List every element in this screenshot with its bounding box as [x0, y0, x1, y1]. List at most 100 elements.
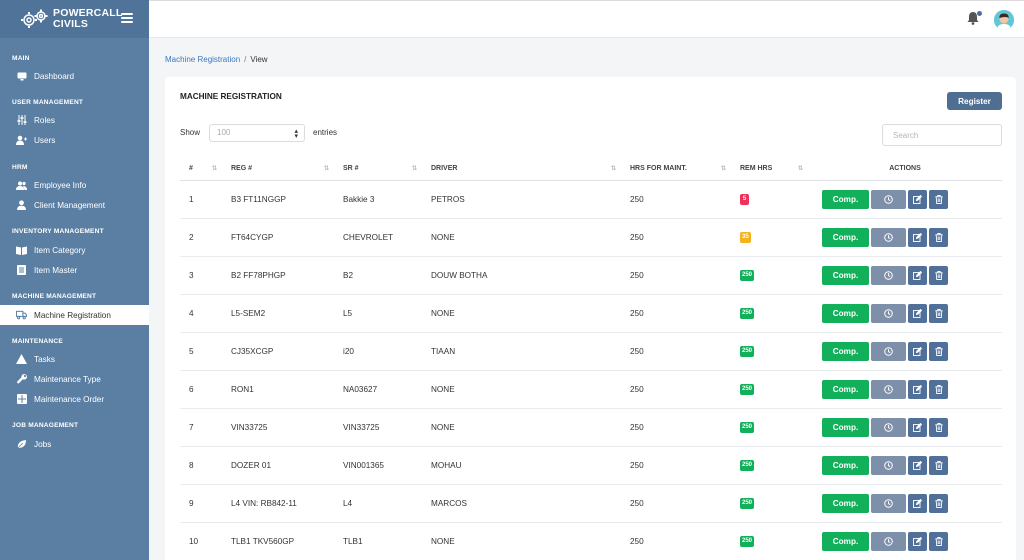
- breadcrumb-link[interactable]: Machine Registration: [165, 55, 240, 64]
- delete-button[interactable]: [929, 303, 948, 323]
- updown-caret-icon: ▴ ▾: [294, 128, 298, 140]
- delete-button[interactable]: [929, 189, 948, 209]
- list-icon: [16, 265, 27, 276]
- history-button[interactable]: [871, 303, 906, 323]
- section-job-management: JOB MANAGEMENT: [12, 422, 79, 429]
- table-row: 2 FT64CYGP CHEVROLET NONE 250 35 Comp.: [180, 218, 1002, 257]
- delete-button[interactable]: [929, 379, 948, 399]
- delete-button[interactable]: [929, 417, 948, 437]
- history-button[interactable]: [871, 531, 906, 551]
- cell-actions: Comp.: [808, 294, 1002, 333]
- history-button[interactable]: [871, 455, 906, 475]
- edit-icon: [913, 498, 922, 508]
- delete-button[interactable]: [929, 265, 948, 285]
- history-button[interactable]: [871, 493, 906, 513]
- bell-icon[interactable]: [967, 11, 982, 26]
- hamburger-menu-icon[interactable]: [121, 13, 133, 23]
- entries-select[interactable]: 100 ▴ ▾: [209, 124, 305, 142]
- edit-button[interactable]: [908, 417, 927, 437]
- sidebar-item-label: Maintenance Type: [34, 374, 101, 384]
- delete-button[interactable]: [929, 227, 948, 247]
- sidebar-item-client-management[interactable]: Client Management: [0, 195, 149, 215]
- sidebar-item-roles[interactable]: Roles: [0, 110, 149, 130]
- leaf-icon: [16, 439, 27, 450]
- sidebar-item-label: Employee Info: [34, 180, 87, 190]
- sidebar-item-users[interactable]: Users: [0, 130, 149, 150]
- complete-button[interactable]: Comp.: [822, 417, 869, 437]
- sidebar-item-label: Item Category: [34, 245, 86, 255]
- sidebar-item-dashboard[interactable]: Dashboard: [0, 66, 149, 86]
- delete-button[interactable]: [929, 493, 948, 513]
- complete-button[interactable]: Comp.: [822, 265, 869, 285]
- edit-button[interactable]: [908, 379, 927, 399]
- column-header-driver[interactable]: DRIVER ⇅: [422, 157, 621, 181]
- column-header-num[interactable]: # ⇅: [180, 157, 222, 181]
- delete-button[interactable]: [929, 531, 948, 551]
- history-button[interactable]: [871, 417, 906, 437]
- complete-button[interactable]: Comp.: [822, 531, 869, 551]
- history-button[interactable]: [871, 189, 906, 209]
- sort-icon: ⇅: [323, 166, 329, 172]
- complete-button[interactable]: Comp.: [822, 379, 869, 399]
- row-actions: Comp.: [817, 265, 1002, 285]
- cell-hrs-maint: 250: [621, 446, 731, 485]
- edit-icon: [913, 536, 922, 546]
- complete-button[interactable]: Comp.: [822, 341, 869, 361]
- complete-button[interactable]: Comp.: [822, 303, 869, 323]
- cell-driver: TIAAN: [422, 332, 621, 371]
- status-badge: 250: [740, 422, 755, 433]
- sidebar-item-item-master[interactable]: Item Master: [0, 260, 149, 280]
- search-input[interactable]: [882, 124, 1002, 146]
- history-button[interactable]: [871, 341, 906, 361]
- edit-button[interactable]: [908, 455, 927, 475]
- cell-rem-hrs: 35: [731, 218, 808, 257]
- sidebar-item-machine-registration[interactable]: Machine Registration: [0, 305, 149, 325]
- edit-button[interactable]: [908, 227, 927, 247]
- monitor-icon: [16, 71, 27, 82]
- edit-button[interactable]: [908, 189, 927, 209]
- sidebar-item-jobs[interactable]: Jobs: [0, 434, 149, 454]
- sidebar-item-maintenance-order[interactable]: Maintenance Order: [0, 389, 149, 409]
- sidebar-item-item-category[interactable]: Item Category: [0, 240, 149, 260]
- register-button[interactable]: Register: [947, 92, 1002, 110]
- complete-button[interactable]: Comp.: [822, 227, 869, 247]
- edit-button[interactable]: [908, 341, 927, 361]
- sidebar-item-label: Dashboard: [34, 71, 75, 81]
- status-badge: 5: [740, 194, 749, 205]
- avatar[interactable]: [994, 10, 1014, 30]
- cell-num: 10: [180, 522, 222, 560]
- history-button[interactable]: [871, 379, 906, 399]
- edit-button[interactable]: [908, 531, 927, 551]
- sidebar-item-employee-info[interactable]: Employee Info: [0, 175, 149, 195]
- history-button[interactable]: [871, 227, 906, 247]
- clock-icon: [884, 498, 893, 508]
- cell-hrs-maint: 250: [621, 332, 731, 371]
- sidebar-item-maintenance-type[interactable]: Maintenance Type: [0, 369, 149, 389]
- table-row: 3 B2 FF78PHGP B2 DOUW BOTHA 250 250 Comp.: [180, 256, 1002, 295]
- sidebar-item-tasks[interactable]: Tasks: [0, 349, 149, 369]
- edit-button[interactable]: [908, 493, 927, 513]
- cell-reg: VIN33725: [222, 408, 334, 447]
- row-actions: Comp.: [817, 341, 1002, 361]
- delete-button[interactable]: [929, 341, 948, 361]
- cell-hrs-maint: 250: [621, 218, 731, 257]
- complete-button[interactable]: Comp.: [822, 493, 869, 513]
- brand-header: POWERCALL CIVILS: [0, 0, 149, 38]
- column-header-sr[interactable]: SR # ⇅: [334, 157, 422, 181]
- delete-button[interactable]: [929, 455, 948, 475]
- cell-reg: RON1: [222, 370, 334, 409]
- edit-button[interactable]: [908, 265, 927, 285]
- history-button[interactable]: [871, 265, 906, 285]
- complete-button[interactable]: Comp.: [822, 455, 869, 475]
- complete-button[interactable]: Comp.: [822, 189, 869, 209]
- column-header-hrs-maint[interactable]: HRS FOR MAINT. ⇅: [621, 157, 731, 181]
- cell-sr: VIN001365: [334, 446, 422, 485]
- grid-icon: [16, 394, 27, 405]
- clock-icon: [884, 194, 893, 204]
- sort-icon: ⇅: [720, 166, 726, 172]
- column-header-reg[interactable]: REG # ⇅: [222, 157, 334, 181]
- cell-sr: L4: [334, 484, 422, 523]
- column-header-rem-hrs[interactable]: REM HRS ⇅: [731, 157, 808, 181]
- table-row: 4 L5-SEM2 L5 NONE 250 250 Comp.: [180, 294, 1002, 333]
- edit-button[interactable]: [908, 303, 927, 323]
